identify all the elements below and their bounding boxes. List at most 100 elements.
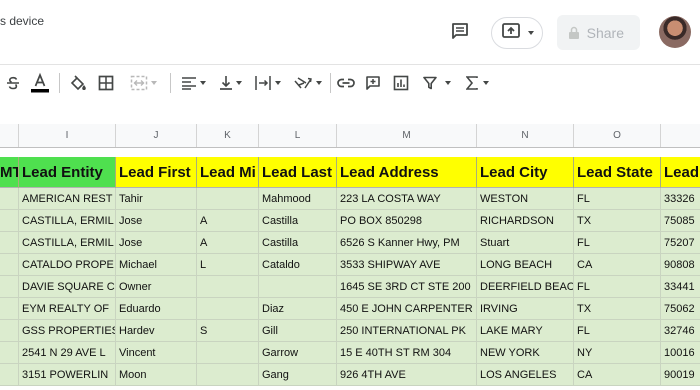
table-cell[interactable]: 450 E JOHN CARPENTER [337,298,477,320]
table-cell[interactable] [0,188,19,210]
table-cell[interactable]: Gang [259,364,337,386]
table-cell[interactable] [197,298,259,320]
table-cell[interactable] [0,298,19,320]
table-cell[interactable]: Lead First [116,157,197,188]
table-cell[interactable]: Hardev [116,320,197,342]
fill-color-button[interactable] [68,66,88,100]
table-cell[interactable] [197,342,259,364]
table-cell[interactable]: RICHARDSON [477,210,574,232]
table-cell[interactable]: 223 LA COSTA WAY [337,188,477,210]
table-cell[interactable]: 90019 [661,364,700,386]
table-cell[interactable]: FL [574,320,661,342]
table-cell[interactable]: CA [574,254,661,276]
table-cell[interactable]: 75085 [661,210,700,232]
table-cell[interactable]: Stuart [477,232,574,254]
column-header[interactable] [661,124,700,147]
table-cell[interactable] [0,254,19,276]
column-header-j[interactable]: J [116,124,197,147]
insert-link-button[interactable] [335,66,357,100]
table-cell[interactable]: CATALDO PROPE [19,254,116,276]
strikethrough-button[interactable] [4,66,22,100]
vertical-align-button[interactable] [215,66,245,100]
table-cell[interactable]: 3151 POWERLIN [19,364,116,386]
column-header-l[interactable]: L [259,124,337,147]
column-header-o[interactable]: O [574,124,661,147]
table-cell[interactable]: Lead [661,157,700,188]
insert-chart-button[interactable] [391,66,411,100]
table-cell[interactable]: NY [574,342,661,364]
table-cell[interactable]: 90808 [661,254,700,276]
table-cell[interactable] [0,342,19,364]
table-cell[interactable]: Garrow [259,342,337,364]
table-cell[interactable]: DEERFIELD BEAC [477,276,574,298]
table-cell[interactable]: Cataldo [259,254,337,276]
table-cell[interactable]: A [197,232,259,254]
table-cell[interactable]: LAKE MARY [477,320,574,342]
table-cell[interactable]: Diaz [259,298,337,320]
table-cell[interactable]: 33326 [661,188,700,210]
present-button[interactable] [491,17,543,49]
table-cell[interactable]: AMERICAN REST [19,188,116,210]
table-cell[interactable]: TX [574,210,661,232]
table-cell[interactable]: Castilla [259,210,337,232]
table-cell[interactable] [0,276,19,298]
horizontal-align-button[interactable] [177,66,209,100]
comment-history-button[interactable] [446,20,474,46]
table-cell[interactable]: FL [574,232,661,254]
table-cell[interactable]: Mahmood [259,188,337,210]
table-cell[interactable]: FL [574,276,661,298]
table-cell[interactable]: Lead Address [337,157,477,188]
table-cell[interactable]: 250 INTERNATIONAL PK [337,320,477,342]
merge-cells-button[interactable] [124,66,162,100]
table-cell[interactable]: EYM REALTY OF [19,298,116,320]
table-cell[interactable]: Lead State [574,157,661,188]
table-cell[interactable] [197,364,259,386]
table-cell[interactable]: 15 E 40TH ST RM 304 [337,342,477,364]
table-cell[interactable]: L [197,254,259,276]
table-cell[interactable]: 33441 [661,276,700,298]
text-color-button[interactable] [29,66,51,100]
table-cell[interactable]: 2541 N 29 AVE L [19,342,116,364]
table-cell[interactable]: MT [0,157,19,188]
table-cell[interactable] [197,276,259,298]
column-header-m[interactable]: M [337,124,477,147]
table-cell[interactable]: S [197,320,259,342]
table-cell[interactable]: Lead Mi [197,157,259,188]
table-cell[interactable]: 3533 SHIPWAY AVE [337,254,477,276]
table-cell[interactable]: CASTILLA, ERMIL [19,232,116,254]
table-cell[interactable]: LOS ANGELES [477,364,574,386]
table-cell[interactable]: NEW YORK [477,342,574,364]
table-cell[interactable]: GSS PROPERTIES [19,320,116,342]
table-cell[interactable] [259,276,337,298]
table-cell[interactable]: Jose [116,210,197,232]
borders-button[interactable] [96,66,116,100]
table-cell[interactable]: CA [574,364,661,386]
table-cell[interactable]: Castilla [259,232,337,254]
functions-button[interactable] [462,66,492,100]
table-cell[interactable]: CASTILLA, ERMIL [19,210,116,232]
table-cell[interactable]: Michael [116,254,197,276]
table-cell[interactable] [197,188,259,210]
table-cell[interactable] [0,232,19,254]
column-header-i[interactable]: I [19,124,116,147]
column-header-n[interactable]: N [477,124,574,147]
table-cell[interactable]: TX [574,298,661,320]
table-cell[interactable]: Lead Entity [19,157,116,188]
table-cell[interactable]: Gill [259,320,337,342]
table-cell[interactable]: Vincent [116,342,197,364]
filter-button[interactable] [418,66,456,100]
table-cell[interactable]: Lead City [477,157,574,188]
table-cell[interactable]: DAVIE SQUARE C [19,276,116,298]
avatar[interactable] [659,16,691,48]
table-cell[interactable]: Tahir [116,188,197,210]
formula-area[interactable] [0,101,700,125]
share-button[interactable]: Share [557,15,640,50]
table-cell[interactable]: 75207 [661,232,700,254]
table-cell[interactable]: A [197,210,259,232]
table-cell[interactable]: 75062 [661,298,700,320]
table-cell[interactable]: Jose [116,232,197,254]
table-cell[interactable]: Lead Last [259,157,337,188]
insert-comment-button[interactable] [363,66,383,100]
table-cell[interactable]: 32746 [661,320,700,342]
column-header-k[interactable]: K [197,124,259,147]
